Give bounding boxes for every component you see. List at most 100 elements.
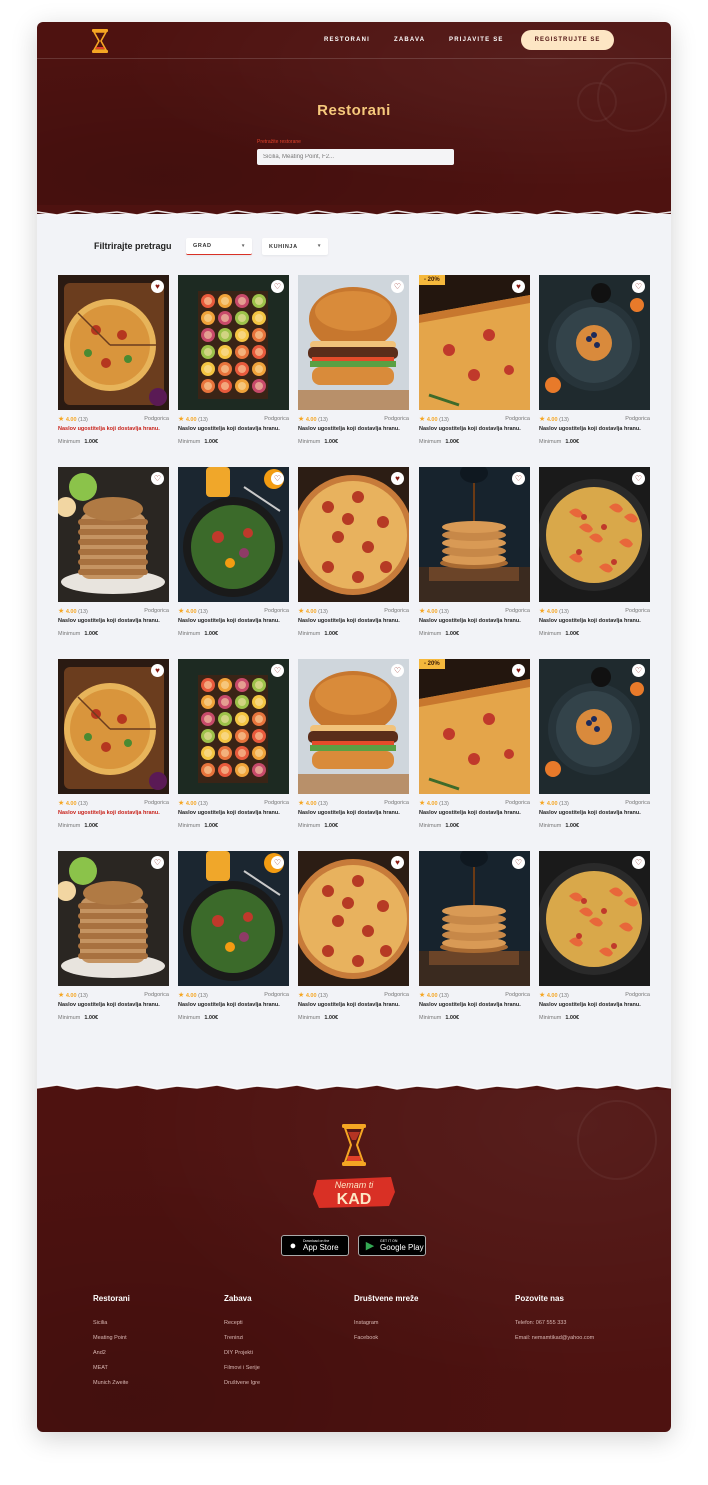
- footer-link[interactable]: Treninzi: [224, 1335, 243, 1341]
- restaurant-title[interactable]: Naslov ugostitelja koji dostavlja hranu.: [58, 618, 169, 624]
- restaurant-title[interactable]: Naslov ugostitelja koji dostavlja hranu.: [419, 426, 530, 432]
- favorite-heart-icon[interactable]: ♡: [512, 472, 525, 485]
- restaurant-title[interactable]: Naslov ugostitelja koji dostavlja hranu.: [419, 618, 530, 624]
- restaurant-image[interactable]: [539, 275, 650, 410]
- restaurant-card[interactable]: ♡ ★ 4.00 (13) Podgorica Naslov ugostitel…: [539, 851, 650, 1031]
- favorite-heart-icon[interactable]: ♡: [391, 280, 404, 293]
- restaurant-title[interactable]: Naslov ugostitelja koji dostavlja hranu.: [58, 810, 169, 816]
- nav-prijavite-se[interactable]: PRIJAVITE SE: [449, 37, 504, 43]
- restaurant-card[interactable]: ♥ ★ 4.00 (13) Podgorica Naslov ugostitel…: [298, 851, 409, 1031]
- restaurant-title[interactable]: Naslov ugostitelja koji dostavlja hranu.: [419, 1002, 530, 1008]
- app-store-button[interactable]: ● Download on the App Store: [281, 1235, 349, 1256]
- restaurant-card[interactable]: ♥ ★ 4.00 (13) Podgorica Naslov ugostitel…: [58, 659, 169, 839]
- footer-link[interactable]: Sicilia: [93, 1320, 107, 1326]
- footer-link[interactable]: Facebook: [354, 1335, 378, 1341]
- footer-link[interactable]: Email: nemamtikad@yahoo.com: [515, 1335, 594, 1341]
- restaurant-image[interactable]: [178, 851, 289, 986]
- restaurant-title[interactable]: Naslov ugostitelja koji dostavlja hranu.: [58, 1002, 169, 1008]
- restaurant-title[interactable]: Naslov ugostitelja koji dostavlja hranu.: [419, 810, 530, 816]
- restaurant-card[interactable]: ♡ ★ 4.00 (13) Podgorica Naslov ugostitel…: [539, 659, 650, 839]
- restaurant-card[interactable]: ♡ ★ 4.00 (13) Podgorica Naslov ugostitel…: [419, 467, 530, 647]
- restaurant-title[interactable]: Naslov ugostitelja koji dostavlja hranu.: [178, 1002, 289, 1008]
- restaurant-card[interactable]: ♡ ★ 4.00 (13) Podgorica Naslov ugostitel…: [178, 659, 289, 839]
- restaurant-card[interactable]: ♡ ★ 4.00 (13) Podgorica Naslov ugostitel…: [298, 659, 409, 839]
- favorite-heart-icon[interactable]: ♡: [151, 472, 164, 485]
- restaurant-image[interactable]: [298, 659, 409, 794]
- footer-link[interactable]: And2: [93, 1350, 106, 1356]
- restaurant-title[interactable]: Naslov ugostitelja koji dostavlja hranu.: [298, 1002, 409, 1008]
- footer-link[interactable]: Društvene Igre: [224, 1380, 260, 1386]
- restaurant-image[interactable]: [58, 467, 169, 602]
- favorite-heart-icon[interactable]: ♡: [632, 280, 645, 293]
- restaurant-image[interactable]: [58, 659, 169, 794]
- favorite-heart-icon[interactable]: ♥: [512, 280, 525, 293]
- restaurant-title[interactable]: Naslov ugostitelja koji dostavlja hranu.: [178, 810, 289, 816]
- restaurant-title[interactable]: Naslov ugostitelja koji dostavlja hranu.: [539, 618, 650, 624]
- restaurant-title[interactable]: Naslov ugostitelja koji dostavlja hranu.: [298, 810, 409, 816]
- restaurant-image[interactable]: [539, 851, 650, 986]
- restaurant-card[interactable]: ♡ ★ 4.00 (13) Podgorica Naslov ugostitel…: [178, 851, 289, 1031]
- favorite-heart-icon[interactable]: ♥: [512, 664, 525, 677]
- favorite-heart-icon[interactable]: ♥: [391, 856, 404, 869]
- cuisine-dropdown[interactable]: KUHINJA ▾: [262, 238, 328, 255]
- restaurant-title[interactable]: Naslov ugostitelja koji dostavlja hranu.: [58, 426, 169, 432]
- restaurant-card[interactable]: ♡ ★ 4.00 (13) Podgorica Naslov ugostitel…: [58, 851, 169, 1031]
- search-input[interactable]: [257, 149, 454, 165]
- restaurant-image[interactable]: [419, 467, 530, 602]
- footer-link[interactable]: Meating Point: [93, 1335, 127, 1341]
- favorite-heart-icon[interactable]: ♥: [151, 664, 164, 677]
- restaurant-title[interactable]: Naslov ugostitelja koji dostavlja hranu.: [298, 426, 409, 432]
- city-dropdown[interactable]: GRAD ▾: [186, 238, 252, 255]
- favorite-heart-icon[interactable]: ♡: [271, 664, 284, 677]
- restaurant-card[interactable]: ♡ ★ 4.00 (13) Podgorica Naslov ugostitel…: [419, 851, 530, 1031]
- restaurant-image[interactable]: [419, 659, 530, 794]
- favorite-heart-icon[interactable]: ♡: [151, 856, 164, 869]
- favorite-heart-icon[interactable]: ♥: [391, 472, 404, 485]
- google-play-button[interactable]: ▶ GET IT ON Google Play: [358, 1235, 426, 1256]
- restaurant-card[interactable]: - 20% ♥ ★ 4.00 (13) Podgorica Naslov ugo…: [419, 275, 530, 455]
- restaurant-image[interactable]: [58, 851, 169, 986]
- nav-restorani[interactable]: RESTORANI: [324, 37, 370, 43]
- nemam-ti-kad-logo[interactable]: Nemam ti KAD: [309, 1122, 399, 1222]
- restaurant-card[interactable]: - 20% ♥ ★ 4.00 (13) Podgorica Naslov ugo…: [419, 659, 530, 839]
- restaurant-card[interactable]: ♡ ★ 4.00 (13) Podgorica Naslov ugostitel…: [539, 275, 650, 455]
- restaurant-card[interactable]: ♡ ★ 4.00 (13) Podgorica Naslov ugostitel…: [58, 467, 169, 647]
- restaurant-image[interactable]: [539, 659, 650, 794]
- register-button[interactable]: REGISTRUJTE SE: [521, 30, 614, 50]
- restaurant-card[interactable]: ♡ ★ 4.00 (13) Podgorica Naslov ugostitel…: [178, 467, 289, 647]
- footer-link[interactable]: Telefon: 067 555 333: [515, 1320, 566, 1326]
- restaurant-card[interactable]: ♥ ★ 4.00 (13) Podgorica Naslov ugostitel…: [298, 467, 409, 647]
- restaurant-card[interactable]: ♡ ★ 4.00 (13) Podgorica Naslov ugostitel…: [539, 467, 650, 647]
- restaurant-title[interactable]: Naslov ugostitelja koji dostavlja hranu.: [298, 618, 409, 624]
- restaurant-image[interactable]: [539, 467, 650, 602]
- favorite-heart-icon[interactable]: ♡: [632, 856, 645, 869]
- footer-link[interactable]: Instagram: [354, 1320, 378, 1326]
- favorite-heart-icon[interactable]: ♡: [271, 280, 284, 293]
- footer-link[interactable]: DIY Projekti: [224, 1350, 253, 1356]
- restaurant-image[interactable]: [298, 275, 409, 410]
- footer-link[interactable]: Munich Zweite: [93, 1380, 128, 1386]
- restaurant-image[interactable]: [419, 851, 530, 986]
- restaurant-title[interactable]: Naslov ugostitelja koji dostavlja hranu.: [539, 426, 650, 432]
- restaurant-image[interactable]: [419, 275, 530, 410]
- favorite-heart-icon[interactable]: ♡: [271, 472, 284, 485]
- hourglass-logo-icon[interactable]: [91, 28, 109, 54]
- restaurant-card[interactable]: ♡ ★ 4.00 (13) Podgorica Naslov ugostitel…: [178, 275, 289, 455]
- restaurant-image[interactable]: [178, 467, 289, 602]
- restaurant-title[interactable]: Naslov ugostitelja koji dostavlja hranu.: [539, 810, 650, 816]
- restaurant-image[interactable]: [178, 659, 289, 794]
- favorite-heart-icon[interactable]: ♡: [512, 856, 525, 869]
- favorite-heart-icon[interactable]: ♡: [632, 664, 645, 677]
- restaurant-image[interactable]: [58, 275, 169, 410]
- favorite-heart-icon[interactable]: ♡: [391, 664, 404, 677]
- favorite-heart-icon[interactable]: ♥: [151, 280, 164, 293]
- footer-link[interactable]: Recepti: [224, 1320, 243, 1326]
- restaurant-image[interactable]: [178, 275, 289, 410]
- restaurant-title[interactable]: Naslov ugostitelja koji dostavlja hranu.: [539, 1002, 650, 1008]
- favorite-heart-icon[interactable]: ♡: [632, 472, 645, 485]
- restaurant-image[interactable]: [298, 467, 409, 602]
- restaurant-title[interactable]: Naslov ugostitelja koji dostavlja hranu.: [178, 618, 289, 624]
- restaurant-card[interactable]: ♡ ★ 4.00 (13) Podgorica Naslov ugostitel…: [298, 275, 409, 455]
- restaurant-card[interactable]: ♥ ★ 4.00 (13) Podgorica Naslov ugostitel…: [58, 275, 169, 455]
- footer-link[interactable]: Filmovi i Serije: [224, 1365, 260, 1371]
